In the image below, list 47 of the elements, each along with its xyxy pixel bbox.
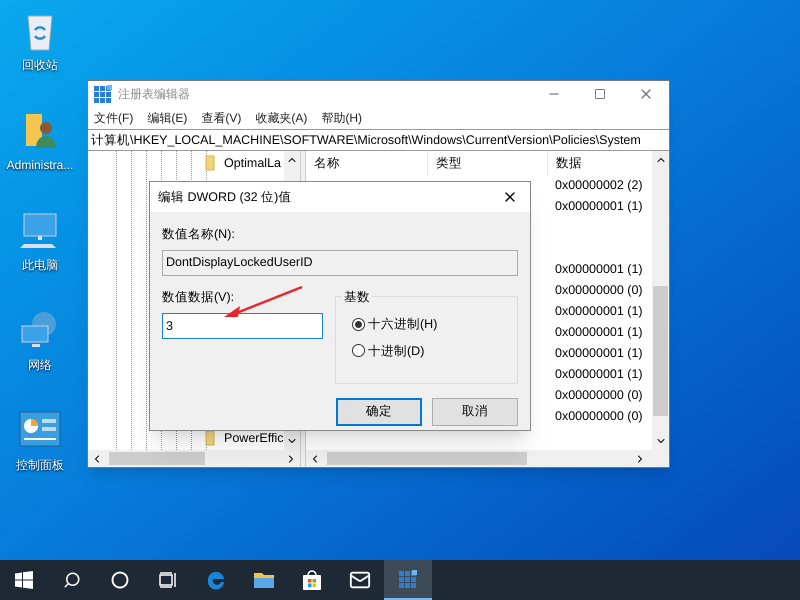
folder-icon xyxy=(253,570,275,590)
column-header[interactable]: 类型 xyxy=(428,151,548,175)
window-title: 注册表编辑器 xyxy=(118,86,190,103)
data-cell-text: 0x00000001 (1) xyxy=(554,261,643,278)
store-bag-icon xyxy=(302,569,322,591)
tree-item[interactable]: PowerEffic xyxy=(224,428,284,448)
search-icon xyxy=(63,571,81,589)
menu-item[interactable]: 查看(V) xyxy=(201,109,242,127)
desktop-icon-label[interactable]: 网络 xyxy=(28,356,52,374)
data-cell-text: 0x00000001 (1) xyxy=(554,303,643,320)
desktop-icon-label[interactable]: 控制面板 xyxy=(16,456,64,474)
radio-option[interactable]: 十六进制(H) xyxy=(352,314,517,334)
windows-logo-icon xyxy=(15,571,33,589)
mail-icon xyxy=(349,569,371,591)
column-header[interactable]: 数据 xyxy=(548,151,652,175)
data-cell-text: 0x00000002 (2) xyxy=(554,177,643,194)
data-cell-text: 0x00000001 (1) xyxy=(554,324,643,342)
tree-item[interactable]: OptimalLa xyxy=(224,154,281,172)
data-cell-text: 0x00000000 (0) xyxy=(554,387,643,404)
edge-browser-icon xyxy=(205,569,227,591)
data-cell-text: 0x00000001 (1) xyxy=(554,198,643,216)
maximize-icon xyxy=(594,88,606,100)
horizontal-scrollbar[interactable] xyxy=(88,450,300,467)
value-data-field[interactable]: 3 xyxy=(162,312,323,338)
horizontal-scrollbar[interactable] xyxy=(306,450,669,467)
data-cell-text: 0x00000001 (1) xyxy=(554,366,643,384)
dialog-button[interactable]: 取消 xyxy=(432,398,518,426)
vertical-scrollbar[interactable] xyxy=(652,151,669,450)
dialog-button[interactable]: 确定 xyxy=(336,398,422,426)
field-label: 数值数据(V): xyxy=(162,288,234,306)
menu-item[interactable]: 文件(F) xyxy=(94,109,134,127)
column-header[interactable]: 名称 xyxy=(306,151,428,175)
field-label: 数值名称(N): xyxy=(162,226,236,243)
menu-item[interactable]: 帮助(H) xyxy=(321,109,362,127)
radio-option[interactable]: 十进制(D) xyxy=(352,342,517,360)
ring-icon xyxy=(111,571,129,589)
value-name-field[interactable]: DontDisplayLockedUserID xyxy=(162,250,518,276)
address-bar[interactable]: 计算机\HKEY_LOCAL_MACHINE\SOFTWARE\Microsoft\Windows\CurrentVersion\Policies\System xyxy=(88,129,669,151)
dialog-title: 编辑 DWORD (32 位)值 xyxy=(158,188,292,206)
registry-cubes-icon xyxy=(399,570,417,588)
task-view-icon xyxy=(159,572,177,588)
data-cell-text: 0x00000001 (1) xyxy=(554,345,643,362)
registry-cubes-icon xyxy=(94,85,112,103)
menu-item[interactable]: 收藏夹(A) xyxy=(255,109,308,127)
data-cell-text: 0x00000000 (0) xyxy=(554,408,643,426)
data-cell-text: 0x00000000 (0) xyxy=(554,282,643,300)
menu-item[interactable]: 编辑(E) xyxy=(147,109,188,127)
